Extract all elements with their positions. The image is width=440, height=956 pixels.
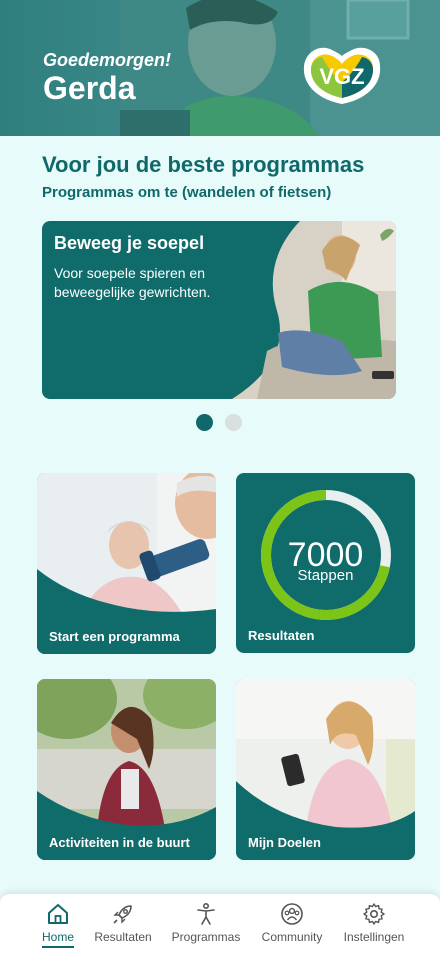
steps-unit: Stappen bbox=[297, 567, 354, 584]
goals-tile[interactable]: Mijn Doelen bbox=[236, 679, 415, 860]
activities-label: Activiteiten in de buurt bbox=[49, 835, 190, 850]
rocket-icon bbox=[113, 905, 132, 924]
vgz-logo: VGZ bbox=[303, 47, 381, 104]
gear-icon bbox=[363, 903, 385, 925]
community-icon bbox=[281, 903, 303, 925]
bottom-navigation: Home Resultaten Programmas Community Ins… bbox=[0, 893, 440, 956]
section-subtitle: Programmas om te (wandelen of fietsen) bbox=[42, 184, 332, 201]
hero-description: Voor soepele spieren en beweegelijke gew… bbox=[54, 265, 211, 300]
goals-photo bbox=[236, 679, 415, 860]
user-name: Gerda bbox=[43, 70, 136, 106]
carousel-indicator bbox=[196, 414, 242, 431]
hero-title: Beweeg je soepel bbox=[54, 233, 205, 253]
nav-label-instellingen: Instellingen bbox=[343, 930, 405, 944]
nav-item-community[interactable]: Community bbox=[247, 902, 337, 944]
nav-item-programmas[interactable]: Programmas bbox=[161, 902, 251, 944]
person-icon bbox=[197, 902, 215, 925]
nav-item-instellingen[interactable]: Instellingen bbox=[329, 902, 419, 944]
home-icon bbox=[48, 904, 68, 924]
start-program-tile[interactable]: Start een programma bbox=[37, 473, 216, 654]
activities-photo bbox=[37, 679, 216, 860]
carousel-dot-2[interactable] bbox=[225, 414, 242, 431]
greeting: Goedemorgen! bbox=[43, 50, 172, 70]
start-program-photo bbox=[37, 473, 216, 654]
activities-tile[interactable]: Activiteiten in de buurt bbox=[37, 679, 216, 860]
header: Goedemorgen! Gerda VGZ bbox=[0, 0, 440, 136]
results-tile[interactable]: 7000 Stappen Resultaten bbox=[236, 473, 415, 653]
nav-label-community: Community bbox=[261, 930, 323, 944]
section-title: Voor jou de beste programmas bbox=[42, 152, 365, 177]
start-program-label: Start een programma bbox=[49, 629, 180, 644]
nav-item-resultaten[interactable]: Resultaten bbox=[78, 902, 168, 944]
program-hero-card[interactable]: Beweeg je soepel Voor soepele spieren en… bbox=[42, 221, 396, 399]
goals-label: Mijn Doelen bbox=[248, 835, 321, 850]
nav-label-programmas: Programmas bbox=[171, 930, 241, 944]
logo-text: VGZ bbox=[319, 64, 364, 89]
nav-label-home: Home bbox=[41, 930, 74, 948]
results-label: Resultaten bbox=[248, 628, 315, 643]
carousel-dot-1[interactable] bbox=[196, 414, 213, 431]
nav-label-resultaten: Resultaten bbox=[94, 930, 152, 944]
